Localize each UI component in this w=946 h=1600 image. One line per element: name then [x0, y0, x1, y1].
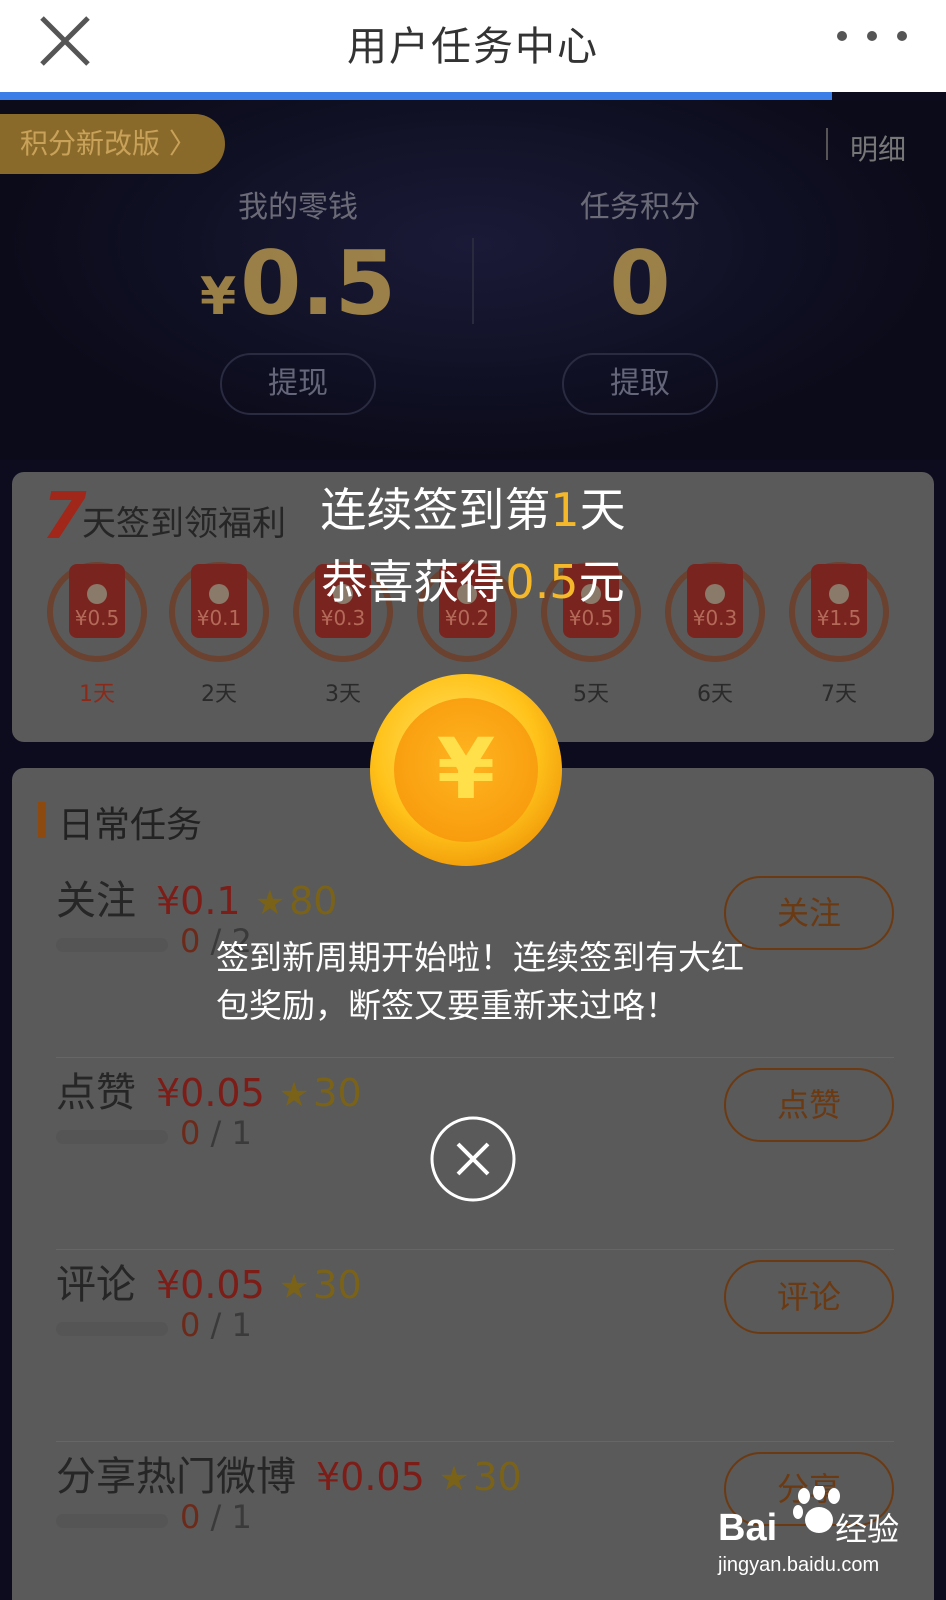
brand-latin: Bai: [718, 1507, 778, 1549]
task-name-line: 评论 ¥0.05 ★ 30: [56, 1252, 362, 1310]
day-label: 7天: [821, 682, 857, 707]
task-points: 任务积分 0 提取: [490, 182, 790, 415]
task-progress: 0 / 1: [180, 1306, 252, 1344]
wallet-header: 积分新改版 〉 明细 我的零钱 ¥0.5 提现 任务积分 0 提取: [0, 100, 946, 460]
page-title: 用户任务中心: [347, 24, 599, 70]
streak-day: 1: [550, 483, 580, 537]
task-done-count: 0: [180, 1498, 201, 1536]
task-total-count: 1: [231, 1114, 252, 1152]
row-divider: [56, 1441, 894, 1442]
row-divider: [56, 1057, 894, 1058]
task-money: ¥0.05: [156, 1071, 265, 1115]
wallet-label: 我的零钱: [238, 190, 358, 225]
section-marker: [38, 802, 46, 838]
app-bar: 用户任务中心: [0, 0, 946, 92]
task-progress-track: [56, 938, 168, 952]
watermark-brand: Bai 经验: [718, 1504, 899, 1550]
task-name: 关注: [56, 878, 136, 924]
watermark-url: jingyan.baidu.com: [718, 1554, 880, 1576]
wallet-amount: 0.5: [240, 232, 397, 335]
task-name-line: 分享热门微博 ¥0.05 ★ 30: [56, 1444, 522, 1502]
divider: [472, 238, 474, 324]
day-label: 2天: [201, 682, 237, 707]
day-label: 1天: [79, 682, 115, 707]
progress-fill: [0, 92, 833, 100]
coin-yuan-symbol: ¥: [437, 720, 495, 818]
task-done-count: 0: [180, 922, 201, 960]
wallet-value: ¥0.5: [148, 232, 448, 335]
task-points: 30: [313, 1263, 362, 1307]
wallet-balance: 我的零钱 ¥0.5 提现: [148, 182, 448, 415]
task-progress-track: [56, 1130, 168, 1144]
star-icon: ★: [254, 883, 286, 923]
more-options-icon[interactable]: [832, 18, 912, 54]
extract-button[interactable]: 提取: [562, 353, 718, 415]
task-points: 80: [289, 879, 338, 923]
star-icon: ★: [278, 1267, 310, 1307]
details-link[interactable]: 明细: [850, 128, 906, 168]
points-label: 任务积分: [580, 190, 700, 225]
points-update-banner[interactable]: 积分新改版 〉: [0, 114, 225, 174]
points-value: 0: [609, 232, 671, 335]
gold-coin-icon: ¥: [370, 674, 562, 866]
task-progress: 0 / 1: [180, 1114, 252, 1152]
popup-close-icon[interactable]: [428, 1114, 518, 1204]
reward-prefix: 恭喜获得: [321, 555, 506, 609]
daily-tasks-title: 日常任务: [58, 805, 203, 846]
star-icon: ★: [438, 1459, 470, 1499]
task-row: 评论 ¥0.05 ★ 30 0 / 1 评论: [12, 1252, 934, 1442]
task-money: ¥0.05: [156, 1263, 265, 1307]
popup-streak-line: 连续签到第1天: [0, 474, 946, 540]
task-done-count: 0: [180, 1306, 201, 1344]
popup-reward-line: 恭喜获得0.5元: [0, 546, 946, 612]
day-label: 6天: [697, 682, 733, 707]
streak-suffix: 天: [579, 483, 626, 537]
task-money: ¥0.1: [156, 879, 241, 923]
task-progress: 0 / 1: [180, 1498, 252, 1536]
divider: [826, 128, 828, 160]
task-total-count: 1: [231, 1498, 252, 1536]
brand-cn: 经验: [835, 1511, 900, 1547]
star-icon: ★: [278, 1075, 310, 1115]
streak-prefix: 连续签到第: [320, 483, 551, 537]
task-action-button[interactable]: 评论: [724, 1260, 894, 1334]
reward-amount: 0.5: [505, 555, 579, 609]
baidu-jingyan-watermark: Bai 经验 jingyan.baidu.com: [718, 1486, 928, 1584]
task-name-line: 点赞 ¥0.05 ★ 30: [56, 1060, 362, 1118]
task-progress-track: [56, 1322, 168, 1336]
task-progress-track: [56, 1514, 168, 1528]
task-name: 点赞: [56, 1070, 136, 1116]
task-name: 评论: [56, 1262, 136, 1308]
task-money: ¥0.05: [316, 1455, 425, 1499]
task-action-button[interactable]: 点赞: [724, 1068, 894, 1142]
page-load-progress: [0, 92, 946, 100]
currency-symbol: ¥: [199, 267, 237, 327]
task-name: 分享热门微博: [56, 1454, 296, 1500]
task-done-count: 0: [180, 1114, 201, 1152]
reward-suffix: 元: [578, 555, 625, 609]
task-points: 30: [473, 1455, 522, 1499]
row-divider: [56, 1249, 894, 1250]
task-name-line: 关注 ¥0.1 ★ 80: [56, 868, 337, 926]
withdraw-button[interactable]: 提现: [220, 353, 376, 415]
popup-message: 签到新周期开始啦！连续签到有大红包奖励，断签又要重新来过咯！: [216, 938, 744, 1025]
task-total-count: 1: [231, 1306, 252, 1344]
task-points: 30: [313, 1071, 362, 1115]
